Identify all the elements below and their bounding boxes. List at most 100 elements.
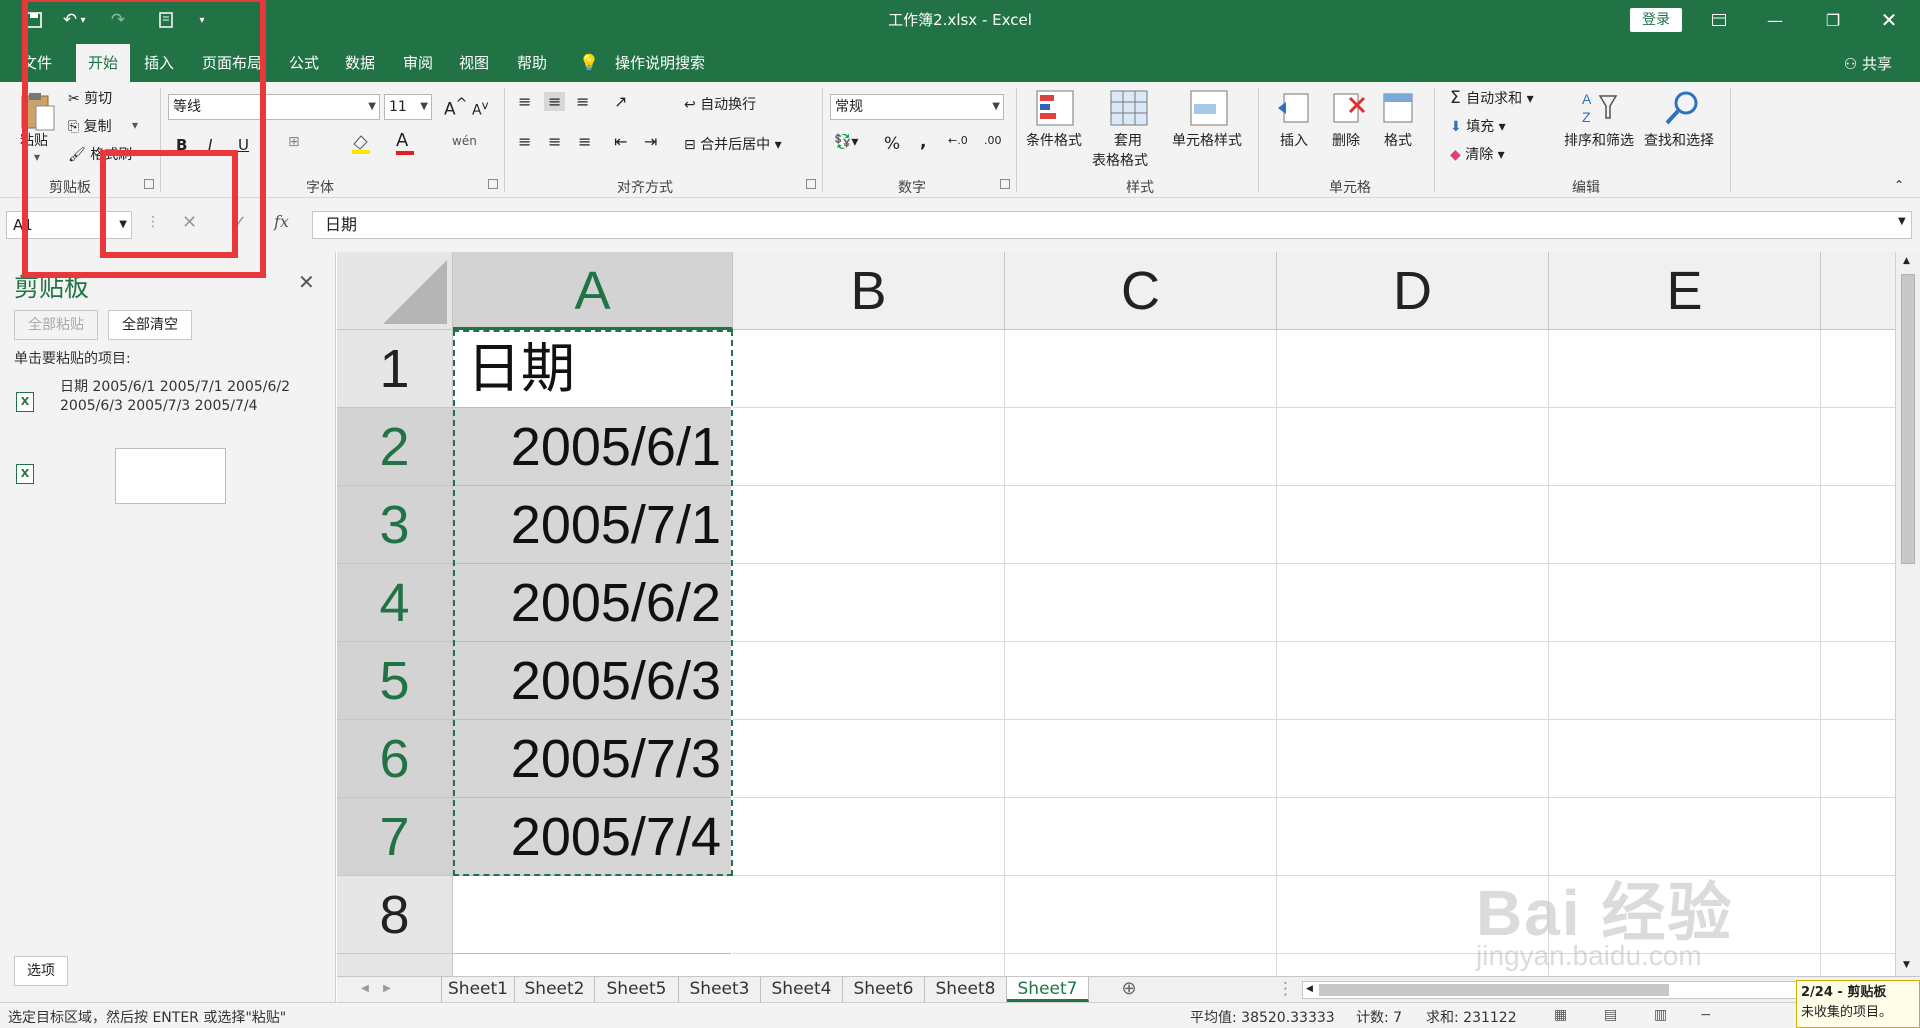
delete-cells-icon[interactable]: [1330, 90, 1370, 130]
tab-formulas[interactable]: 公式: [284, 44, 324, 82]
grid-cell[interactable]: [1005, 798, 1277, 876]
grid-cell[interactable]: [733, 798, 1005, 876]
cell-a3[interactable]: 2005/7/1: [453, 486, 731, 564]
paste-all-button[interactable]: 全部粘贴: [14, 310, 98, 340]
align-right-icon[interactable]: ≡: [578, 132, 591, 151]
find-select-label[interactable]: 查找和选择: [1644, 130, 1714, 150]
grid-cell[interactable]: [733, 876, 1005, 954]
decrease-indent-icon[interactable]: ⇤: [614, 132, 627, 151]
scroll-left-icon[interactable]: ◀: [1306, 984, 1313, 994]
grid-cell[interactable]: [1005, 486, 1277, 564]
insert-cells-label[interactable]: 插入: [1280, 130, 1308, 150]
tab-review[interactable]: 审阅: [398, 44, 438, 82]
cell-styles-icon[interactable]: [1190, 90, 1230, 130]
close-icon[interactable]: ✕: [298, 270, 315, 294]
conditional-format-label[interactable]: 条件格式: [1026, 130, 1082, 150]
grid-cell[interactable]: [733, 954, 1005, 976]
grid-cell[interactable]: [1277, 564, 1549, 642]
grid-cell[interactable]: [1821, 330, 1895, 408]
grid-cell[interactable]: [1549, 564, 1821, 642]
cell-a7[interactable]: 2005/7/4: [453, 798, 731, 876]
formula-input[interactable]: 日期: [312, 211, 1912, 239]
decrease-font-button[interactable]: Av: [472, 98, 488, 119]
grid-cell[interactable]: [733, 330, 1005, 408]
row-header-1[interactable]: 1: [337, 330, 453, 408]
row-header-4[interactable]: 4: [337, 564, 453, 642]
clipboard-item-text[interactable]: 日期 2005/6/1 2005/7/1 2005/6/2 2005/6/3 2…: [60, 378, 290, 416]
column-header-a[interactable]: A: [453, 252, 733, 330]
clear-button[interactable]: ◆ 清除 ▾: [1450, 144, 1505, 164]
grid-cell[interactable]: [1549, 408, 1821, 486]
ribbon-display-icon[interactable]: [1696, 0, 1742, 40]
tab-help[interactable]: 帮助: [512, 44, 552, 82]
row-header-5[interactable]: 5: [337, 642, 453, 720]
page-break-view-icon[interactable]: ▥: [1654, 1007, 1667, 1023]
grid-cell[interactable]: [1277, 642, 1549, 720]
clipboard-item-thumbnail[interactable]: [115, 448, 226, 504]
cell-a5[interactable]: 2005/6/3: [453, 642, 731, 720]
cell-a8[interactable]: [453, 876, 731, 954]
select-all-corner[interactable]: [337, 252, 453, 330]
row-header-8[interactable]: 8: [337, 876, 453, 954]
page-layout-view-icon[interactable]: ▤: [1604, 1007, 1617, 1023]
clear-all-button[interactable]: 全部清空: [108, 310, 192, 340]
cell-a4[interactable]: 2005/6/2: [453, 564, 731, 642]
sheet-tab-sheet7[interactable]: Sheet7: [1007, 977, 1089, 1002]
row-header-7[interactable]: 7: [337, 798, 453, 876]
grid-cell[interactable]: [1549, 720, 1821, 798]
column-header-b[interactable]: B: [733, 252, 1005, 330]
format-as-table-label2[interactable]: 表格格式: [1092, 150, 1148, 170]
tab-data[interactable]: 数据: [340, 44, 380, 82]
comma-button[interactable]: ,: [920, 132, 926, 152]
add-sheet-icon[interactable]: ⊕: [1117, 977, 1141, 1002]
column-header-d[interactable]: D: [1277, 252, 1549, 330]
options-button[interactable]: 选项: [14, 956, 68, 986]
zoom-out-icon[interactable]: −: [1700, 1007, 1712, 1023]
login-button[interactable]: 登录: [1630, 8, 1682, 32]
horizontal-scroll-thumb[interactable]: [1319, 984, 1669, 996]
align-top-icon[interactable]: ≡: [518, 92, 531, 111]
clipboard-notification[interactable]: 2/24 - 剪贴板 未收集的项目。: [1796, 980, 1920, 1028]
grid-cell[interactable]: [1821, 486, 1895, 564]
grid-cell[interactable]: [1277, 720, 1549, 798]
sheet-tab-sheet4[interactable]: Sheet4: [761, 977, 843, 1002]
merge-center-button[interactable]: ⊟ 合并后居中 ▾: [684, 134, 782, 154]
fill-color-icon[interactable]: [350, 132, 372, 158]
sort-filter-label[interactable]: 排序和筛选: [1564, 130, 1634, 150]
row-header-3[interactable]: 3: [337, 486, 453, 564]
grid-cell[interactable]: [1277, 330, 1549, 408]
phonetic-icon[interactable]: wén: [452, 134, 477, 148]
scroll-down-icon[interactable]: ▼: [1903, 960, 1910, 970]
tab-view[interactable]: 视图: [454, 44, 494, 82]
borders-icon[interactable]: ⊞: [288, 134, 300, 150]
collapse-ribbon-icon[interactable]: ⌃: [1894, 178, 1904, 192]
grid-cell[interactable]: [1821, 642, 1895, 720]
grid-cell[interactable]: [1821, 408, 1895, 486]
grid-cell[interactable]: [1005, 564, 1277, 642]
grid-cell[interactable]: [1005, 642, 1277, 720]
number-dialog-launcher-icon[interactable]: [1000, 179, 1010, 189]
delete-cells-label[interactable]: 删除: [1332, 130, 1360, 150]
tab-splitter-icon[interactable]: ⋮: [1277, 977, 1294, 1002]
percent-button[interactable]: %: [884, 134, 900, 154]
align-center-icon[interactable]: ≡: [548, 132, 561, 151]
restore-icon[interactable]: ❐: [1810, 0, 1856, 40]
row-header-9[interactable]: [337, 954, 453, 976]
grid-cell[interactable]: [733, 408, 1005, 486]
column-header-f[interactable]: [1821, 252, 1895, 330]
currency-icon[interactable]: 💱▾: [834, 134, 858, 150]
sheet-tab-sheet1[interactable]: Sheet1: [441, 977, 515, 1002]
align-middle-icon[interactable]: ≡: [544, 92, 566, 111]
grid-cell[interactable]: [1277, 408, 1549, 486]
decrease-decimal-icon[interactable]: .00: [984, 134, 1002, 147]
find-select-icon[interactable]: [1662, 88, 1702, 128]
number-format-combo[interactable]: 常规 ▼: [830, 94, 1004, 120]
row-header-6[interactable]: 6: [337, 720, 453, 798]
grid-cell[interactable]: [1005, 330, 1277, 408]
conditional-format-icon[interactable]: [1036, 90, 1076, 130]
increase-decimal-icon[interactable]: ←.0: [948, 134, 968, 147]
align-left-icon[interactable]: ≡: [518, 132, 531, 151]
column-header-e[interactable]: E: [1549, 252, 1821, 330]
insert-cells-icon[interactable]: [1276, 90, 1316, 130]
font-color-icon[interactable]: A: [396, 130, 414, 155]
